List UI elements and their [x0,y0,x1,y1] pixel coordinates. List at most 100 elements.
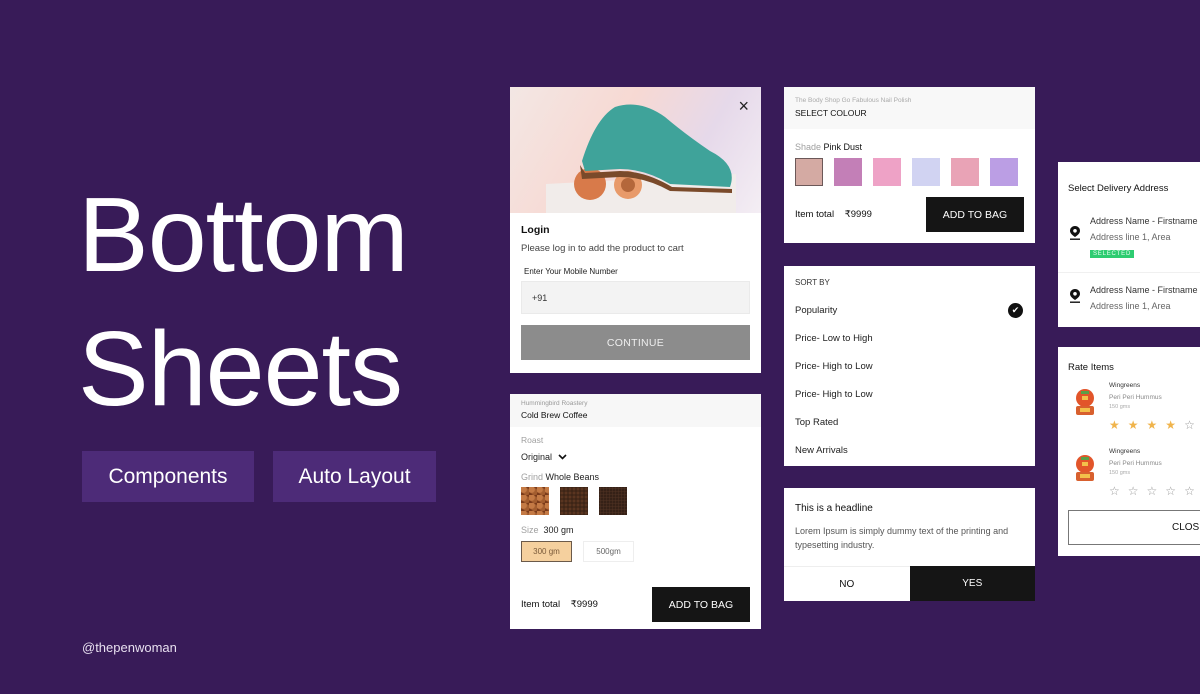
star-empty-icon[interactable]: ☆ [1109,484,1120,498]
dialog-buttons: NO YES [784,566,1035,601]
divider [1058,272,1200,273]
grind-option-whole-beans[interactable] [521,487,549,515]
login-title: Login [521,224,550,236]
star-rating: ★ ★ ★ ★ ☆ [1109,418,1200,432]
tag-auto-layout: Auto Layout [273,451,436,502]
select-colour-sheet: The Body Shop Go Fabulous Nail Polish SE… [784,87,1035,243]
sort-option-label: Popularity [795,305,838,316]
size-label: Size [521,525,539,535]
sort-option-popularity[interactable]: Popularity ✔ [795,303,1024,333]
rate-title: Rate Items [1068,362,1114,373]
rate-items-sheet: Rate Items Wingreens Peri Peri Hummus 150 … [1058,347,1200,556]
rate-item: Wingreens Peri Peri Hummus 150 gms ☆ ☆ ☆ ☆ ☆ [1058,448,1200,498]
coffee-brand: Hummingbird Roastery [521,400,588,407]
star-empty-icon[interactable]: ☆ [1184,418,1195,432]
sort-option-price-high-low-2[interactable]: Price- High to Low [795,389,1024,417]
star-empty-icon[interactable]: ☆ [1147,484,1158,498]
close-button[interactable]: CLOSE [1068,510,1200,545]
rate-item-weight: 150 gms [1109,470,1131,476]
item-total: Item total ₹9999 [521,599,598,610]
colour-swatch[interactable] [990,158,1018,186]
size-option-500[interactable]: 500gm [583,541,634,562]
colour-swatch[interactable] [795,158,823,186]
no-button[interactable]: NO [784,566,910,601]
dialog-headline: This is a headline [795,503,873,514]
rate-item: Wingreens Peri Peri Hummus 150 gms ★ ★ ★ ★ ☆ [1058,382,1200,432]
sort-option-new-arrivals[interactable]: New Arrivals [795,445,1024,466]
address-item[interactable]: Address Name - Firstname Address line 1,… [1058,216,1200,260]
sort-option-top-rated[interactable]: Top Rated [795,417,1024,445]
colour-swatch[interactable] [951,158,979,186]
item-total: Item total ₹9999 [795,209,872,220]
coffee-name: Cold Brew Coffee [521,410,588,420]
mobile-number-input[interactable]: +91 [521,281,750,314]
rate-item-brand: Wingreens [1109,448,1141,455]
colour-title: SELECT COLOUR [795,108,867,118]
rate-list: Wingreens Peri Peri Hummus 150 gms ★ ★ ★ ★ ☆ Win… [1058,382,1200,498]
size-value: 300 gm [543,525,574,535]
sort-option-label: New Arrivals [795,445,848,456]
product-image: × [510,87,761,213]
grind-option-medium[interactable] [560,487,588,515]
coffee-header: Hummingbird Roastery Cold Brew Coffee [510,394,761,427]
add-to-bag-button[interactable]: ADD TO BAG [652,587,750,622]
roast-dropdown[interactable]: Original [521,452,750,462]
colour-swatches [784,158,1035,186]
address-line: Address line 1, Area [1090,232,1171,242]
size-options: 300 gm 500gm [521,541,750,562]
coffee-footer: Item total ₹9999 ADD TO BAG [521,587,750,622]
colour-product-name: The Body Shop Go Fabulous Nail Polish [795,97,912,104]
address-item[interactable]: Address Name - Firstname Address line 1,… [1058,285,1200,311]
star-empty-icon[interactable]: ☆ [1165,484,1176,498]
yes-button[interactable]: YES [909,566,1035,601]
star-filled-icon[interactable]: ★ [1128,418,1139,432]
selected-badge: SELECTED [1090,250,1135,258]
colour-swatch[interactable] [834,158,862,186]
address-title: Select Delivery Address [1068,183,1169,194]
shade-label: Shade [795,142,822,152]
close-icon[interactable]: × [738,96,749,117]
roast-value: Original [521,452,553,462]
colour-swatch[interactable] [912,158,940,186]
item-total-value: ₹9999 [844,209,872,220]
dialog-body: Lorem Ipsum is simply dummy text of the … [795,526,1009,550]
star-filled-icon[interactable]: ★ [1165,418,1176,432]
location-pin-icon [1070,226,1080,240]
size-option-300[interactable]: 300 gm [521,541,572,562]
hero-title-line2: Sheets [78,310,403,428]
shade-row: Shade Pink Dust [784,142,1035,152]
rate-item-product: Peri Peri Hummus [1109,394,1162,401]
add-to-bag-button[interactable]: ADD TO BAG [926,197,1024,232]
star-filled-icon[interactable]: ★ [1147,418,1158,432]
hero-title: Bottom Sheets [78,168,409,436]
chevron-down-icon [558,454,567,460]
continue-button[interactable]: CONTINUE [521,325,750,360]
star-empty-icon[interactable]: ☆ [1128,484,1139,498]
star-filled-icon[interactable]: ★ [1109,418,1120,432]
sort-option-price-high-low[interactable]: Price- High to Low [795,361,1024,389]
check-circle-icon: ✔ [1008,303,1023,318]
hummus-jar-icon [1076,389,1094,415]
item-total-label: Item total [521,599,561,610]
colour-swatch[interactable] [873,158,901,186]
address-line: Address line 1, Area [1090,301,1171,311]
author-handle: @thepenwoman [82,640,177,655]
sort-by-sheet: SORT BY Popularity ✔ Price- Low to High … [784,266,1035,466]
grind-row: Grind Whole Beans [521,472,750,482]
shoe-illustration [574,104,732,200]
grind-options [521,487,750,515]
sort-option-label: Top Rated [795,417,839,428]
grind-label: Grind [521,472,544,482]
star-empty-icon[interactable]: ☆ [1184,484,1195,498]
sort-header: SORT BY [795,278,830,287]
mobile-label: Enter Your Mobile Number [524,267,618,276]
sort-option-label: Price- High to Low [795,361,873,372]
delivery-address-sheet: Select Delivery Address Address Name - F… [1058,162,1200,327]
login-subtitle: Please log in to add the product to cart [521,243,684,254]
grind-value: Whole Beans [545,472,600,482]
grind-option-fine[interactable] [599,487,627,515]
sort-option-label: Price- High to Low [795,389,873,400]
sort-option-price-low-high[interactable]: Price- Low to High [795,333,1024,361]
rate-item-weight: 150 gms [1109,404,1131,410]
roast-label: Roast [521,435,544,445]
